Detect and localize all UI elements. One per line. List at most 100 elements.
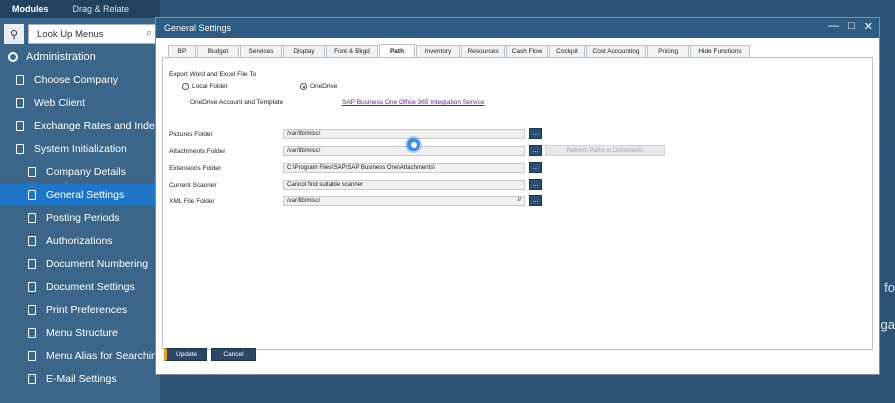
sidebar-item[interactable]: Menu Structure — [0, 321, 160, 344]
document-icon — [16, 143, 24, 154]
document-icon — [28, 304, 36, 315]
background-text: fo — [884, 280, 895, 295]
document-icon — [28, 166, 36, 177]
tab-font-bkgd[interactable]: Font & Bkgd — [326, 45, 378, 57]
sidebar-item[interactable]: General Settings — [0, 183, 160, 206]
scanner-browse-button[interactable]: ... — [529, 179, 542, 190]
pictures-browse-button[interactable]: ... — [529, 128, 542, 139]
update-button[interactable]: Update — [164, 348, 207, 361]
document-icon — [16, 120, 24, 131]
document-icon — [28, 258, 36, 269]
tab-pricing[interactable]: Pricing — [647, 45, 689, 57]
document-icon — [28, 189, 36, 200]
minimize-icon[interactable]: — — [828, 20, 839, 33]
search-placeholder: Look Up Menus — [37, 28, 104, 40]
document-icon — [28, 281, 36, 292]
mouse-cursor-icon — [407, 138, 420, 151]
close-icon[interactable]: ✕ — [864, 20, 873, 33]
refresh-paths-button[interactable]: Refresh Paths in Documents — [545, 145, 665, 156]
sidebar-item[interactable]: E-Mail Settings — [0, 367, 160, 390]
tab-cockpit[interactable]: Cockpit — [549, 45, 585, 57]
local-folder-radio[interactable] — [182, 83, 189, 90]
sidebar-item[interactable]: System Initialization — [0, 137, 160, 160]
document-icon — [28, 235, 36, 246]
module-sidebar: Modules Drag & Relate ⚲ Look Up Menus ⌕ … — [0, 0, 160, 403]
onedrive-radio[interactable] — [300, 83, 307, 90]
sidebar-item-label: Posting Periods — [46, 211, 120, 224]
sidebar-item[interactable]: Exchange Rates and Indexes — [0, 114, 160, 137]
sidebar-item-label: Document Settings — [46, 280, 135, 293]
sidebar-item[interactable]: Administration — [0, 45, 160, 68]
document-icon — [28, 327, 36, 338]
tab-cash-flow[interactable]: Cash Flow — [506, 45, 548, 57]
sidebar-item[interactable]: Company Details — [0, 160, 160, 183]
tab-display[interactable]: Display — [283, 45, 325, 57]
sidebar-tabs: Modules Drag & Relate — [0, 0, 160, 18]
tab-modules[interactable]: Modules — [0, 4, 61, 14]
document-icon — [28, 350, 36, 361]
sidebar-item[interactable]: Print Preferences — [0, 298, 160, 321]
sidebar-item-label: Menu Alias for Searching — [46, 349, 160, 362]
sidebar-item-label: Authorizations — [46, 234, 113, 247]
sidebar-item-label: Choose Company — [34, 73, 119, 86]
document-icon — [28, 373, 36, 384]
sidebar-item[interactable]: Posting Periods — [0, 206, 160, 229]
settings-tabs: BP Budget Services Display Font & Bkgd Path In… — [162, 44, 873, 57]
cancel-button[interactable]: Cancel — [211, 348, 256, 361]
tab-drag-relate[interactable]: Drag & Relate — [61, 4, 142, 14]
tab-budget[interactable]: Budget — [197, 45, 239, 57]
local-folder-label: Local Folder — [192, 83, 228, 90]
sidebar-item-label: Exchange Rates and Indexes — [34, 119, 160, 132]
export-heading: Export Word and Excel File To — [169, 71, 257, 78]
window-footer: Update Cancel — [164, 348, 256, 361]
sidebar-item[interactable]: Choose Company — [0, 68, 160, 91]
sidebar-item-label: System Initialization — [34, 142, 127, 155]
gear-icon — [8, 51, 18, 62]
sidebar-item-label: E-Mail Settings — [46, 372, 117, 385]
sidebar-item-label: Administration — [26, 50, 96, 63]
sidebar-item[interactable]: Document Numbering — [0, 252, 160, 275]
extensions-folder-label: Extensions Folder — [169, 165, 222, 172]
tab-services[interactable]: Services — [240, 45, 282, 57]
sidebar-item[interactable]: Document Settings — [0, 275, 160, 298]
sidebar-item[interactable]: Menu Alias for Searching — [0, 344, 160, 367]
search-icon[interactable]: ⌕ — [146, 27, 152, 40]
document-icon — [16, 74, 24, 85]
document-icon — [28, 212, 36, 223]
current-scanner-label: Current Scanner — [169, 182, 217, 189]
tab-resources[interactable]: Resources — [461, 45, 505, 57]
pictures-folder-field[interactable]: /var/lib/misc/ — [283, 129, 525, 139]
general-settings-window: General Settings — □ ✕ BP Budget Services D… — [155, 17, 880, 375]
sidebar-item-label: Company Details — [46, 165, 126, 178]
tab-hide-functions[interactable]: Hide Functions — [690, 45, 750, 57]
onedrive-account-label: OneDrive Account and Template — [190, 99, 284, 106]
xml-field-suffix: // — [517, 197, 521, 203]
background-text: ga — [880, 317, 895, 332]
search-input[interactable]: Look Up Menus ⌕ — [28, 24, 156, 44]
pictures-folder-label: Pictures Folder — [169, 131, 213, 138]
current-scanner-field[interactable]: Cannot find suitable scanner — [283, 180, 525, 190]
sidebar-item-label: Web Client — [34, 96, 86, 109]
attachments-folder-field[interactable]: /var/lib/misc/ — [283, 146, 525, 156]
attachments-folder-label: Attachments Folder — [169, 148, 226, 155]
attachments-browse-button[interactable]: ... — [529, 145, 542, 156]
sidebar-item[interactable]: Web Client — [0, 91, 160, 114]
sidebar-item-label: Document Numbering — [46, 257, 149, 270]
tab-cost-accounting[interactable]: Cost Accounting — [586, 45, 646, 57]
sidebar-menu: Administration Choose Company Web Client Ex… — [0, 45, 160, 390]
document-icon — [16, 97, 24, 108]
xml-browse-button[interactable]: ... — [529, 195, 542, 206]
maximize-icon[interactable]: □ — [848, 20, 855, 33]
extensions-browse-button[interactable]: ... — [529, 162, 542, 173]
onedrive-integration-link[interactable]: SAP Business One Office 365 Integration … — [342, 99, 484, 106]
window-title-bar[interactable]: General Settings — □ ✕ — [156, 18, 879, 38]
tab-bp[interactable]: BP — [168, 45, 196, 57]
search-options-icon[interactable]: ⚲ — [4, 24, 24, 44]
extensions-folder-field[interactable]: C:\Program Files\SAP\SAP Business One\At… — [283, 163, 525, 173]
sidebar-item[interactable]: Authorizations — [0, 229, 160, 252]
tab-path[interactable]: Path — [379, 44, 415, 57]
menu-search: ⚲ Look Up Menus ⌕ — [0, 23, 160, 45]
xml-file-folder-field[interactable]: /var/lib/misc/// — [283, 196, 525, 206]
sidebar-item-label: Print Preferences — [46, 303, 128, 316]
tab-inventory[interactable]: Inventory — [416, 45, 460, 57]
